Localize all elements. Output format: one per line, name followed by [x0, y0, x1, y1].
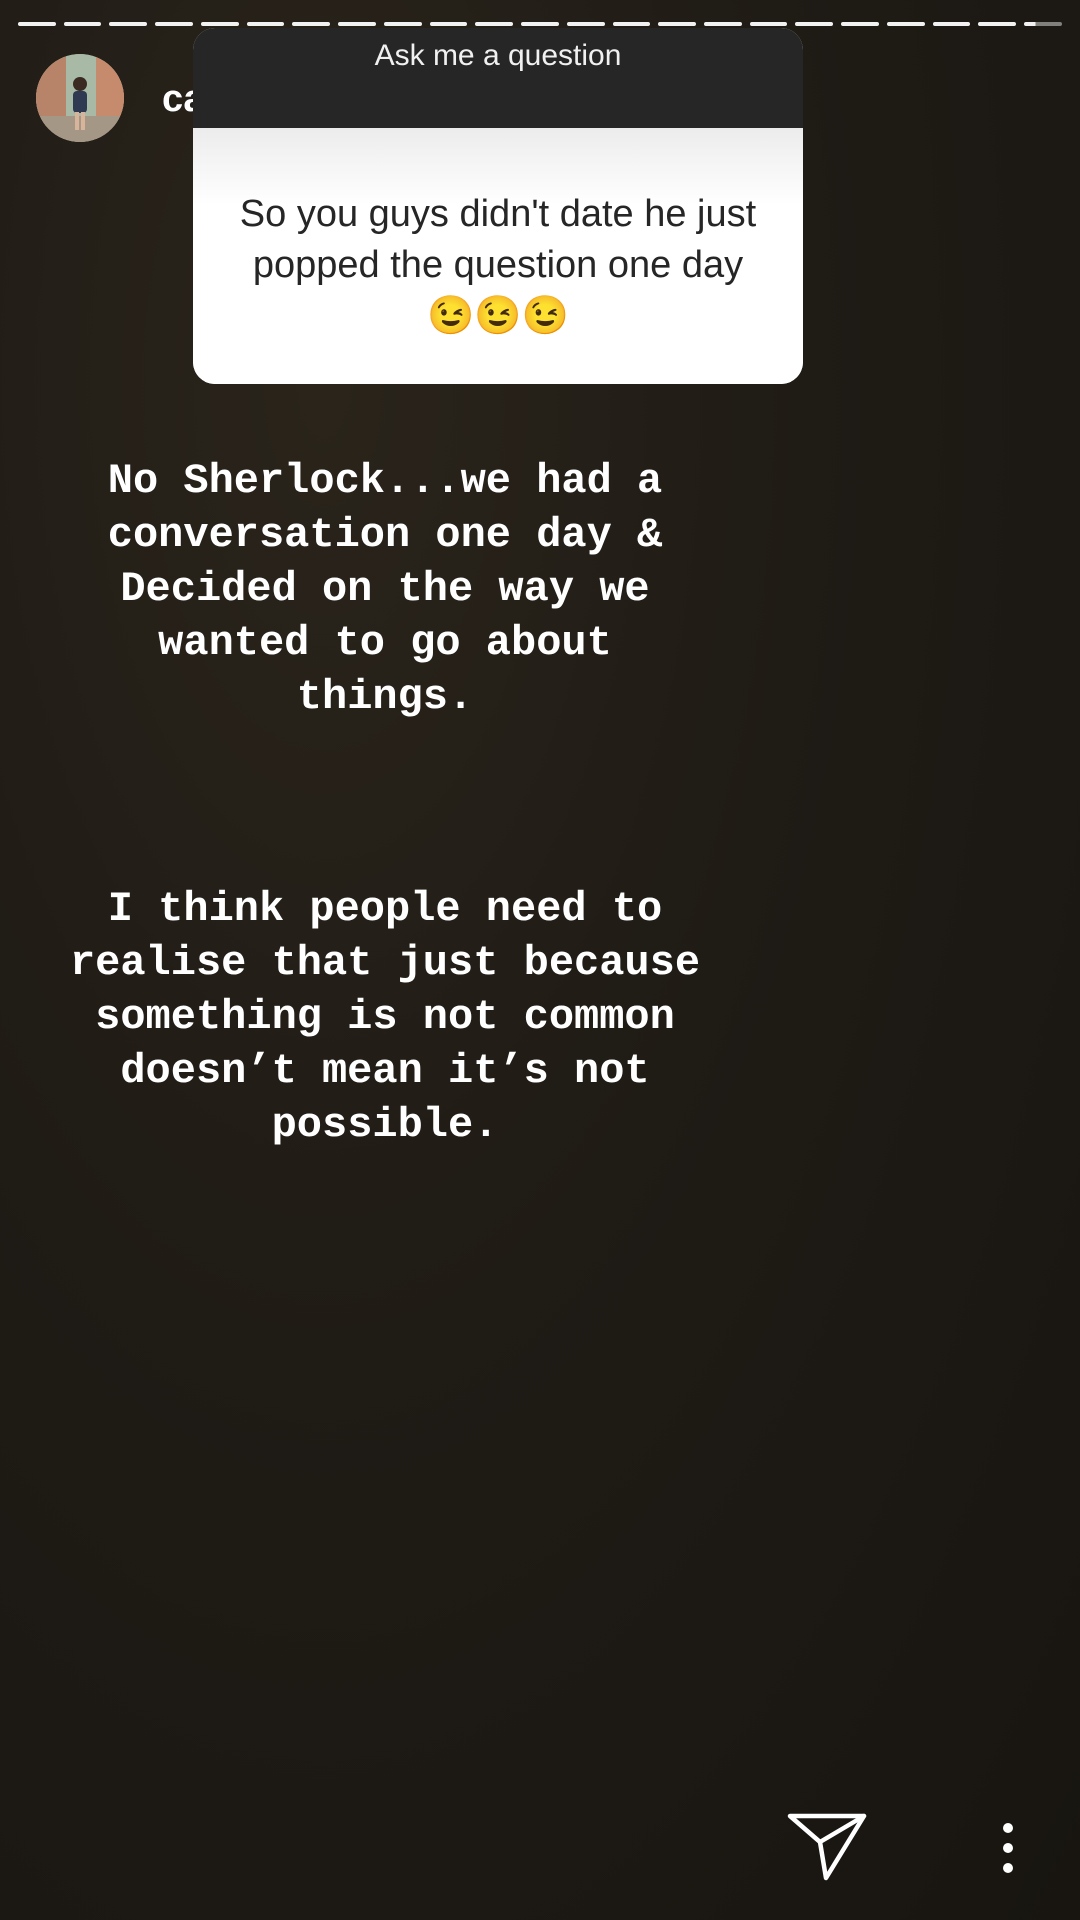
- story-text-overlay-1: No Sherlock...we had a conversation one …: [107, 457, 663, 721]
- paper-plane-icon[interactable]: [786, 1810, 868, 1882]
- question-sticker-body: So you guys didn't date he just popped t…: [193, 128, 803, 384]
- progress-segment: [841, 22, 879, 26]
- progress-segment: [1024, 22, 1062, 26]
- question-sticker-header: Ask me a question: [193, 28, 803, 128]
- progress-segment: [429, 22, 468, 26]
- question-text: So you guys didn't date he just popped t…: [239, 192, 757, 337]
- progress-segment: [521, 22, 559, 26]
- progress-segment: [932, 22, 971, 26]
- progress-segment: [155, 22, 193, 26]
- progress-segment: [978, 22, 1017, 26]
- more-vertical-icon[interactable]: [990, 1820, 1026, 1876]
- progress-segment: [18, 22, 56, 26]
- profile-avatar[interactable]: [36, 54, 124, 142]
- question-sticker-title: Ask me a question: [374, 39, 622, 72]
- progress-segment: [566, 22, 605, 26]
- question-sticker[interactable]: Ask me a question So you guys didn't dat…: [193, 28, 803, 384]
- progress-segment: [383, 22, 422, 26]
- story-text-overlay-2: I think people need to realise that just…: [69, 885, 701, 1149]
- story-viewer[interactable]: carissasharon 6h Ask me a question So yo…: [0, 0, 1080, 1920]
- progress-segment: [612, 22, 651, 26]
- progress-segment: [109, 22, 148, 26]
- progress-segment: [795, 22, 834, 26]
- progress-segment: [704, 22, 742, 26]
- progress-segment: [246, 22, 285, 26]
- avatar-photo: [36, 54, 124, 142]
- progress-segment: [475, 22, 514, 26]
- progress-segment: [292, 22, 331, 26]
- progress-segment: [63, 22, 102, 26]
- progress-segment: [749, 22, 788, 26]
- progress-segment: [338, 22, 376, 26]
- story-progress-bar: [18, 22, 1062, 26]
- progress-segment: [658, 22, 697, 26]
- progress-segment: [886, 22, 925, 26]
- progress-segment: [200, 22, 239, 26]
